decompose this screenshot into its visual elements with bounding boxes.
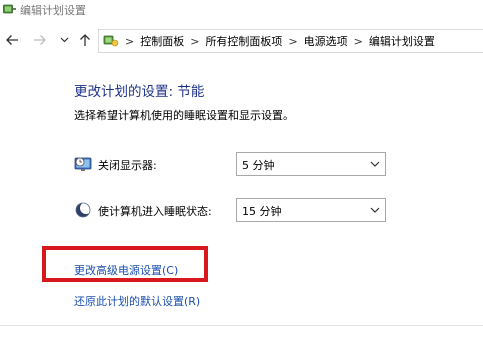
turn-off-display-value: 5 分钟 (242, 159, 275, 172)
sleep-setting: 使计算机进入睡眠状态: 15 分钟 (74, 198, 386, 222)
breadcrumb-separator: > (125, 34, 135, 48)
navigation-bar: > 控制面板 > 所有控制面板项 > 电源选项 > 编辑计划设置 (0, 26, 483, 56)
arrow-right-icon (34, 35, 46, 45)
breadcrumb-edit-plan[interactable]: 编辑计划设置 (369, 33, 435, 49)
chevron-down-icon (370, 161, 380, 167)
breadcrumb-all-items[interactable]: 所有控制面板项 (205, 33, 282, 49)
turn-off-display-label: 关闭显示器: (98, 159, 157, 172)
breadcrumb-separator: > (190, 34, 200, 48)
sleep-dropdown[interactable]: 15 分钟 (236, 198, 386, 222)
chevron-down-icon (370, 207, 380, 213)
page-description: 选择希望计算机使用的睡眠设置和显示设置。 (74, 109, 294, 122)
breadcrumb-control-panel[interactable]: 控制面板 (140, 33, 184, 49)
turn-off-display-setting: 关闭显示器: 5 分钟 (74, 152, 386, 176)
recent-locations-button[interactable] (58, 32, 70, 48)
breadcrumb-separator: > (288, 34, 298, 48)
address-bar[interactable]: > 控制面板 > 所有控制面板项 > 电源选项 > 编辑计划设置 (98, 29, 483, 53)
sleep-value: 15 分钟 (242, 205, 282, 218)
change-advanced-power-settings-link[interactable]: 更改高级电源设置(C) (74, 262, 178, 278)
back-button[interactable] (4, 32, 20, 48)
window-title: 编辑计划设置 (20, 4, 86, 17)
up-button[interactable] (77, 32, 93, 48)
moon-sleep-icon (75, 202, 92, 218)
page-title: 更改计划的设置: 节能 (74, 84, 205, 100)
sleep-label: 使计算机进入睡眠状态: (98, 205, 212, 218)
turn-off-display-dropdown[interactable]: 5 分钟 (236, 152, 386, 176)
title-bar: 编辑计划设置 (0, 0, 483, 20)
control-panel-icon (103, 35, 119, 47)
divider (0, 325, 483, 326)
restore-default-settings-link[interactable]: 还原此计划的默认设置(R) (74, 293, 200, 309)
power-options-icon (3, 4, 16, 14)
arrow-up-icon (80, 34, 90, 46)
chevron-down-icon (60, 37, 68, 43)
breadcrumb-power-options[interactable]: 电源选项 (304, 33, 348, 49)
monitor-clock-icon (74, 157, 92, 171)
forward-button[interactable] (32, 32, 48, 48)
arrow-left-icon (6, 35, 18, 45)
breadcrumb-separator: > (353, 34, 363, 48)
